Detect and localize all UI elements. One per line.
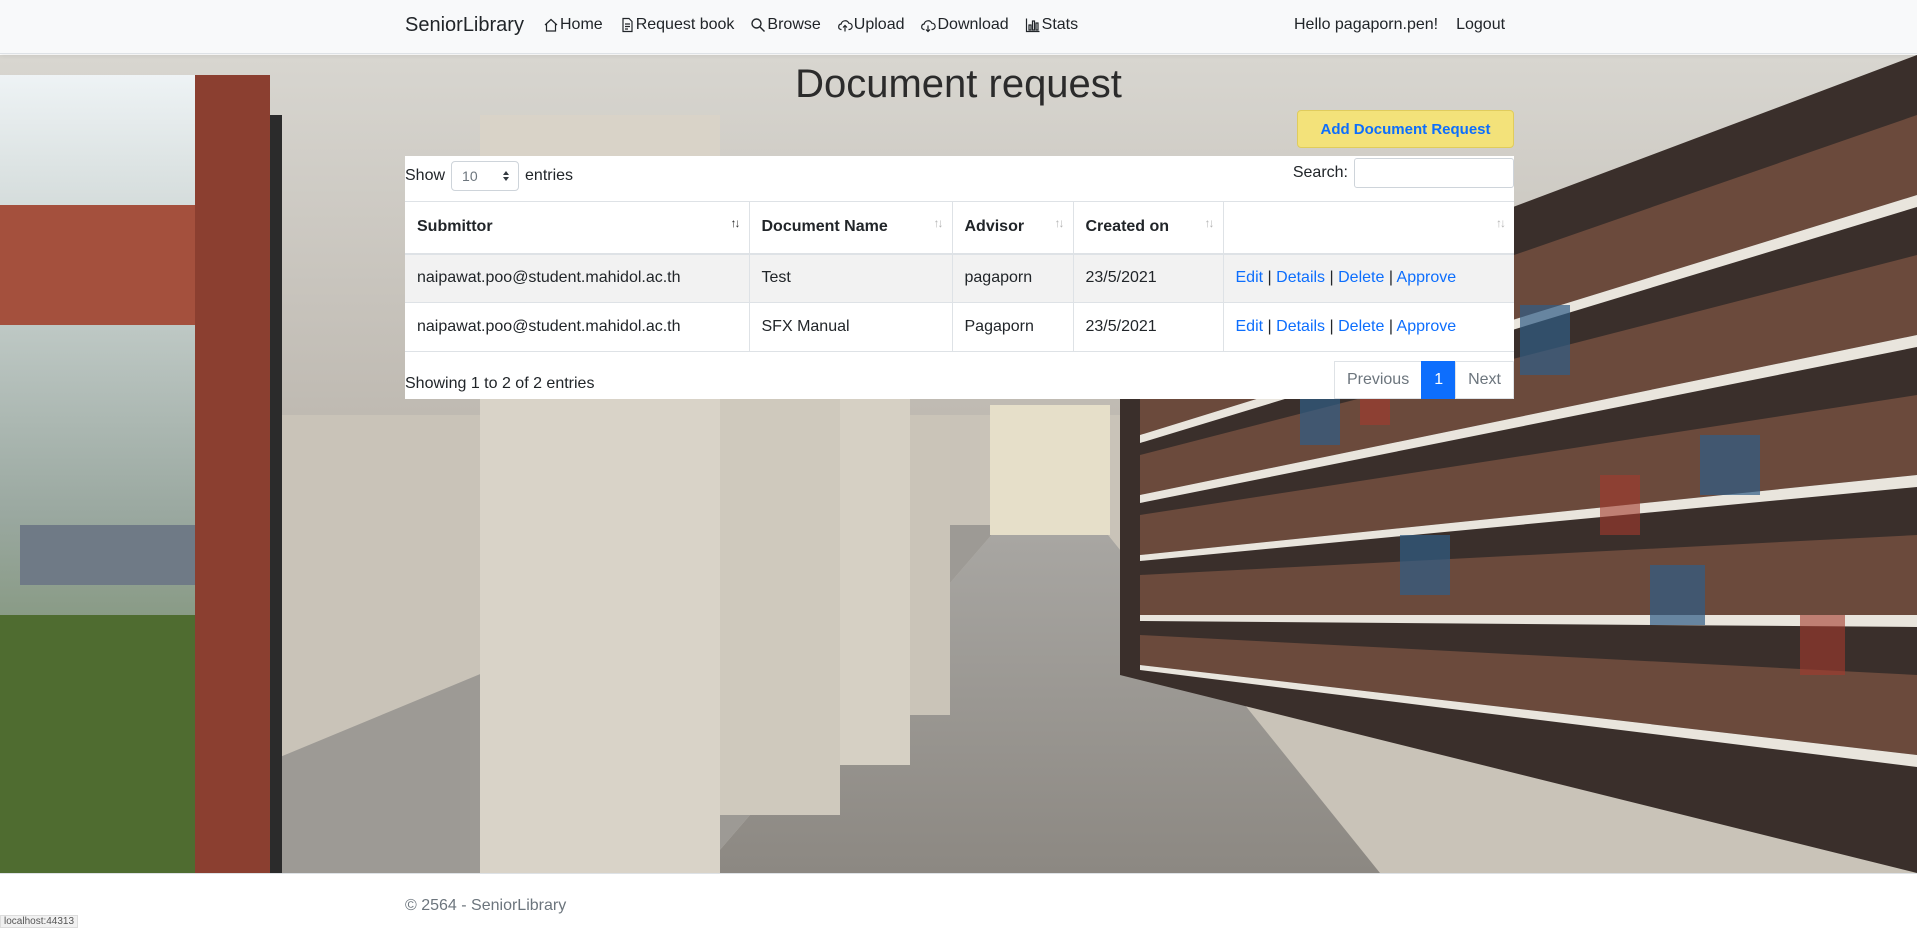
column-header-label: Created on (1085, 218, 1170, 236)
action-separator: | (1388, 318, 1393, 335)
column-header-submittor[interactable]: Submittor ↑↓ (405, 201, 750, 255)
nav-browse-label: Browse (767, 16, 821, 33)
document-icon (622, 17, 633, 33)
nav-stats[interactable]: Stats (1025, 16, 1078, 34)
show-label: Show (405, 167, 446, 184)
page-1-button[interactable]: 1 (1421, 361, 1457, 399)
user-greeting[interactable]: Hello pagaporn.pen! (1294, 16, 1438, 34)
cell-document-name: SFX Manual (749, 302, 953, 352)
entries-label: entries (525, 167, 574, 184)
cell-created-on: 23/5/2021 (1073, 302, 1224, 352)
column-header-label: Advisor (964, 218, 1025, 236)
nav-home-label: Home (560, 16, 603, 33)
approve-link[interactable]: Approve (1397, 318, 1457, 335)
search-label: Search: (1292, 164, 1348, 181)
nav-request-book[interactable]: Request book (619, 16, 735, 34)
cell-actions: Edit | Details | Delete | Approve (1223, 253, 1514, 303)
footer-copyright: © 2564 - SeniorLibrary (405, 897, 567, 914)
edit-link[interactable]: Edit (1236, 269, 1264, 286)
delete-link[interactable]: Delete (1338, 318, 1384, 335)
search-control: Search: (1293, 158, 1514, 188)
nav-browse[interactable]: Browse (750, 16, 821, 34)
column-header-actions[interactable]: ↑↓ (1223, 201, 1514, 255)
page-title: Document request (795, 62, 1122, 106)
details-link[interactable]: Details (1276, 318, 1325, 335)
nav-user-area: Hello pagaporn.pen! Logout (1294, 16, 1505, 34)
column-header-advisor[interactable]: Advisor ↑↓ (952, 201, 1074, 255)
sort-icon: ↑↓ (1054, 216, 1065, 230)
house-icon (544, 18, 558, 32)
nav-stats-label: Stats (1041, 16, 1079, 33)
nav-download-label: Download (937, 16, 1009, 33)
document-request-table: Submittor ↑↓ Document Name ↑↓ Advisor ↑↓… (405, 201, 1514, 352)
bar-chart-icon (1025, 18, 1040, 33)
details-link[interactable]: Details (1276, 269, 1325, 286)
sort-icon: ↑↓ (1496, 216, 1506, 230)
cell-advisor: Pagaporn (952, 302, 1074, 352)
nav-upload[interactable]: Upload (837, 16, 905, 34)
brand-link[interactable]: SeniorLibrary (405, 14, 524, 37)
footer: © 2564 - SeniorLibrary (0, 873, 1917, 928)
sort-icon: ↑↓ (730, 216, 741, 230)
datatable-panel: Show 10 entries Search: Submittor ↑↓ Doc… (405, 156, 1514, 399)
nav-request-book-label: Request book (635, 16, 735, 33)
table-row: naipawat.poo@student.mahidol.ac.th Test … (405, 253, 1514, 303)
nav-download[interactable]: Download (920, 16, 1009, 34)
navbar: SeniorLibrary Home Request book Browse U… (0, 0, 1917, 54)
approve-link[interactable]: Approve (1397, 269, 1457, 286)
next-page-button[interactable]: Next (1455, 361, 1514, 399)
select-arrows-icon (503, 171, 510, 181)
action-separator: | (1329, 318, 1334, 335)
add-document-request-button[interactable]: Add Document Request (1297, 110, 1514, 148)
cloud-upload-icon (837, 20, 853, 32)
column-header-created-on[interactable]: Created on ↑↓ (1073, 201, 1224, 255)
action-separator: | (1388, 269, 1393, 287)
table-header-row: Submittor ↑↓ Document Name ↑↓ Advisor ↑↓… (405, 201, 1514, 255)
cell-submittor: naipawat.poo@student.mahidol.ac.th (405, 253, 750, 303)
cloud-download-icon (921, 20, 937, 33)
edit-link[interactable]: Edit (1236, 318, 1264, 335)
cell-advisor: pagaporn (952, 253, 1074, 303)
search-icon (751, 18, 766, 32)
sort-icon: ↑↓ (933, 216, 944, 230)
page-length-value: 10 (462, 168, 478, 184)
previous-page-button[interactable]: Previous (1333, 361, 1423, 399)
nav-links: Home Request book Browse Upload Download… (543, 16, 1078, 34)
table-info: Showing 1 to 2 of 2 entries (405, 375, 595, 392)
page-length-select[interactable]: 10 (451, 161, 520, 191)
status-bar-url: localhost:44313 (0, 915, 79, 928)
cell-document-name: Test (749, 253, 953, 303)
search-input[interactable] (1354, 158, 1514, 188)
pagination: Previous 1 Next (1333, 361, 1514, 399)
nav-home[interactable]: Home (543, 16, 603, 34)
column-header-document-name[interactable]: Document Name ↑↓ (749, 201, 953, 255)
page-length-control: Show 10 entries (405, 161, 573, 191)
action-separator: | (1267, 269, 1272, 287)
action-separator: | (1329, 269, 1334, 287)
delete-link[interactable]: Delete (1338, 269, 1384, 286)
column-header-label: Document Name (761, 218, 888, 236)
cell-submittor: naipawat.poo@student.mahidol.ac.th (405, 302, 750, 352)
nav-upload-label: Upload (853, 16, 905, 33)
table-row: naipawat.poo@student.mahidol.ac.th SFX M… (405, 302, 1514, 352)
cell-actions: Edit | Details | Delete | Approve (1223, 302, 1514, 352)
logout-link[interactable]: Logout (1456, 16, 1505, 34)
column-header-label: Submittor (417, 218, 493, 236)
sort-icon: ↑↓ (1204, 216, 1215, 230)
cell-created-on: 23/5/2021 (1073, 253, 1224, 303)
action-separator: | (1267, 318, 1272, 335)
